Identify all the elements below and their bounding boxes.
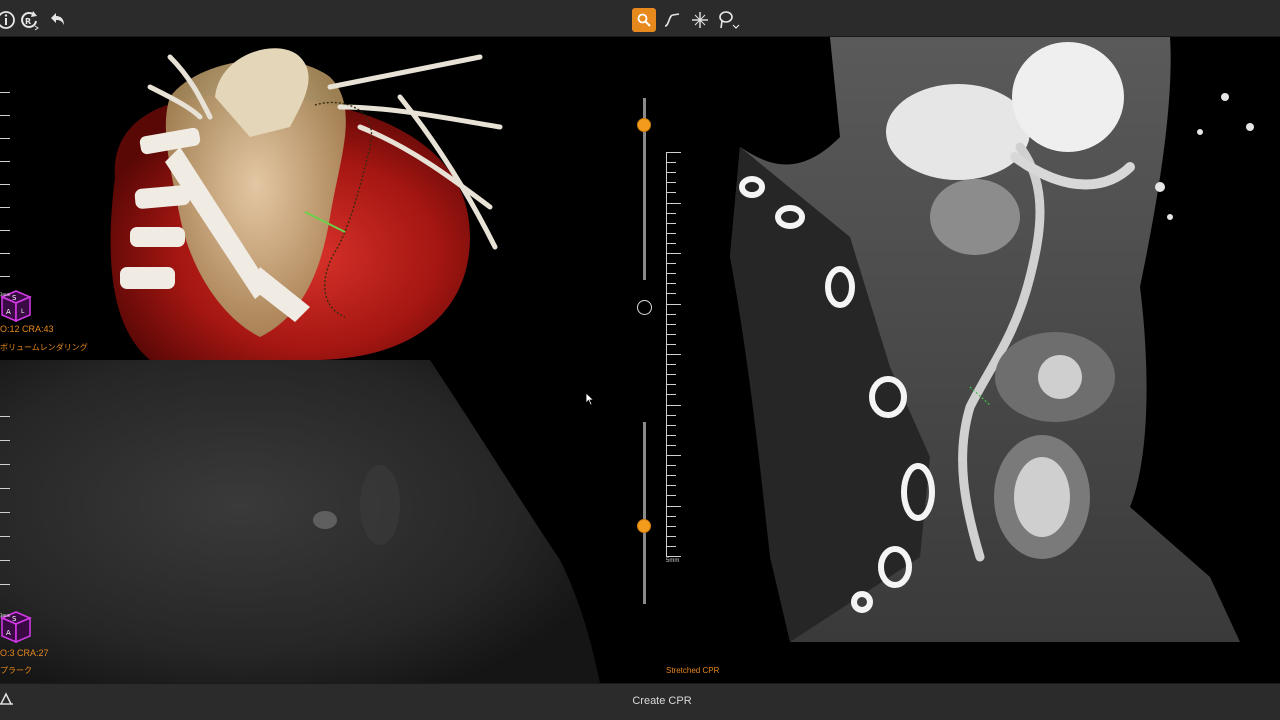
scale-tick: [666, 556, 681, 557]
stretched-cpr-viewport[interactable]: [730, 37, 1280, 642]
ruler-tick: [0, 512, 10, 513]
scale-tick: [666, 435, 676, 436]
volume-rendering-image: [110, 48, 503, 360]
scale-tick: [666, 465, 676, 466]
orientation-cube[interactable]: S A 3mm: [0, 610, 32, 644]
ruler-tick: [0, 560, 10, 561]
crosshair-icon[interactable]: [688, 8, 712, 32]
ruler-tick: [0, 488, 10, 489]
stretched-cpr-image: [730, 37, 1254, 642]
scale-tick: [666, 415, 676, 416]
scale-tick: [666, 425, 676, 426]
svg-text:S: S: [12, 615, 17, 623]
ruler-tick: [0, 161, 10, 162]
scale-tick: [666, 516, 676, 517]
curve-path-icon[interactable]: [660, 8, 684, 32]
scale-tick: [666, 475, 676, 476]
scale-tick: [666, 243, 676, 244]
scale-tick: [666, 162, 676, 163]
scale-tick: [666, 364, 676, 365]
ruler-tick: [0, 92, 10, 93]
scale-tick: [666, 203, 681, 204]
scale-tick: [666, 384, 676, 385]
plaque-cross-section-image: [0, 360, 600, 683]
scale-tick: [666, 293, 676, 294]
scale-tick: [666, 374, 676, 375]
ruler-tick: [0, 440, 10, 441]
ruler-tick: [0, 253, 10, 254]
lower-slab-slider-handle[interactable]: [637, 518, 651, 533]
rotate-reset-icon[interactable]: R: [17, 8, 41, 32]
scale-tick: [666, 283, 676, 284]
volume-mode-text: ボリュームレンダリング: [0, 343, 88, 352]
svg-text:R: R: [25, 17, 31, 26]
scale-tick: [666, 253, 681, 254]
undo-icon[interactable]: [45, 8, 69, 32]
axial-angle-text: O:3 CRA:27: [0, 648, 49, 658]
scale-tick: [666, 485, 676, 486]
ruler-tick: [0, 276, 10, 277]
ruler-tick: [0, 207, 10, 208]
scale-tick: [666, 213, 676, 214]
plaque-cross-section-viewport[interactable]: S A 3mm O:3 CRA:27 プラーク: [0, 360, 600, 683]
top-toolbar: R: [0, 0, 1280, 37]
scale-tick: [666, 405, 681, 406]
orientation-cube[interactable]: S A L 3mm: [0, 289, 32, 323]
slab-center-reset-button[interactable]: [637, 300, 652, 315]
bottom-toolbar: Create CPR: [0, 683, 1280, 720]
scale-tick: [666, 233, 676, 234]
create-cpr-button[interactable]: Create CPR: [626, 689, 698, 713]
scale-tick: [666, 546, 676, 547]
svg-text:3mm: 3mm: [0, 292, 10, 297]
scale-unit-label: 5mm: [666, 558, 680, 564]
ruler-tick: [0, 584, 10, 585]
scale-tick: [666, 273, 676, 274]
volume-angle-text: O:12 CRA:43: [0, 324, 54, 334]
scale-tick: [666, 526, 676, 527]
scale-tick: [666, 182, 676, 183]
ruler-tick: [0, 416, 10, 417]
ruler-tick: [0, 184, 10, 185]
stretched-cpr-label: Stretched CPR: [666, 666, 720, 675]
svg-text:A: A: [6, 308, 11, 316]
scale-tick: [666, 172, 676, 173]
ruler-tick: [0, 138, 10, 139]
lasso-icon[interactable]: [716, 8, 740, 32]
axial-mode-text: プラーク: [0, 666, 32, 675]
ruler-tick: [0, 464, 10, 465]
scale-tick: [666, 506, 681, 507]
scale-tick: [666, 455, 681, 456]
zoom-search-icon[interactable]: [632, 8, 656, 32]
svg-text:S: S: [12, 294, 17, 302]
mouse-cursor-icon: [585, 392, 595, 411]
info-icon[interactable]: [0, 8, 18, 32]
svg-text:3mm: 3mm: [0, 613, 10, 618]
scale-tick: [666, 394, 676, 395]
slab-scale-ruler: [666, 152, 686, 557]
scale-tick: [666, 263, 676, 264]
scale-tick: [666, 304, 681, 305]
scale-tick: [666, 223, 676, 224]
scale-tick: [666, 334, 676, 335]
ruler-tick: [0, 115, 10, 116]
ruler-tick: [0, 230, 10, 231]
scale-tick: [666, 192, 676, 193]
ruler-tick: [0, 536, 10, 537]
scale-tick: [666, 354, 681, 355]
scale-tick: [666, 344, 676, 345]
scale-tick: [666, 314, 676, 315]
scale-tick: [666, 445, 676, 446]
scale-tick: [666, 536, 676, 537]
scale-tick: [666, 152, 681, 153]
lower-slab-slider-track[interactable]: [643, 422, 646, 604]
svg-text:A: A: [6, 629, 11, 637]
volume-rendering-viewport[interactable]: S A L 3mm O:12 CRA:43 ボリュームレンダリング: [0, 37, 545, 360]
vessel-tool-icon[interactable]: [0, 692, 14, 711]
scale-tick: [666, 495, 676, 496]
scale-tick: [666, 324, 676, 325]
upper-slab-slider-handle[interactable]: [637, 118, 651, 133]
